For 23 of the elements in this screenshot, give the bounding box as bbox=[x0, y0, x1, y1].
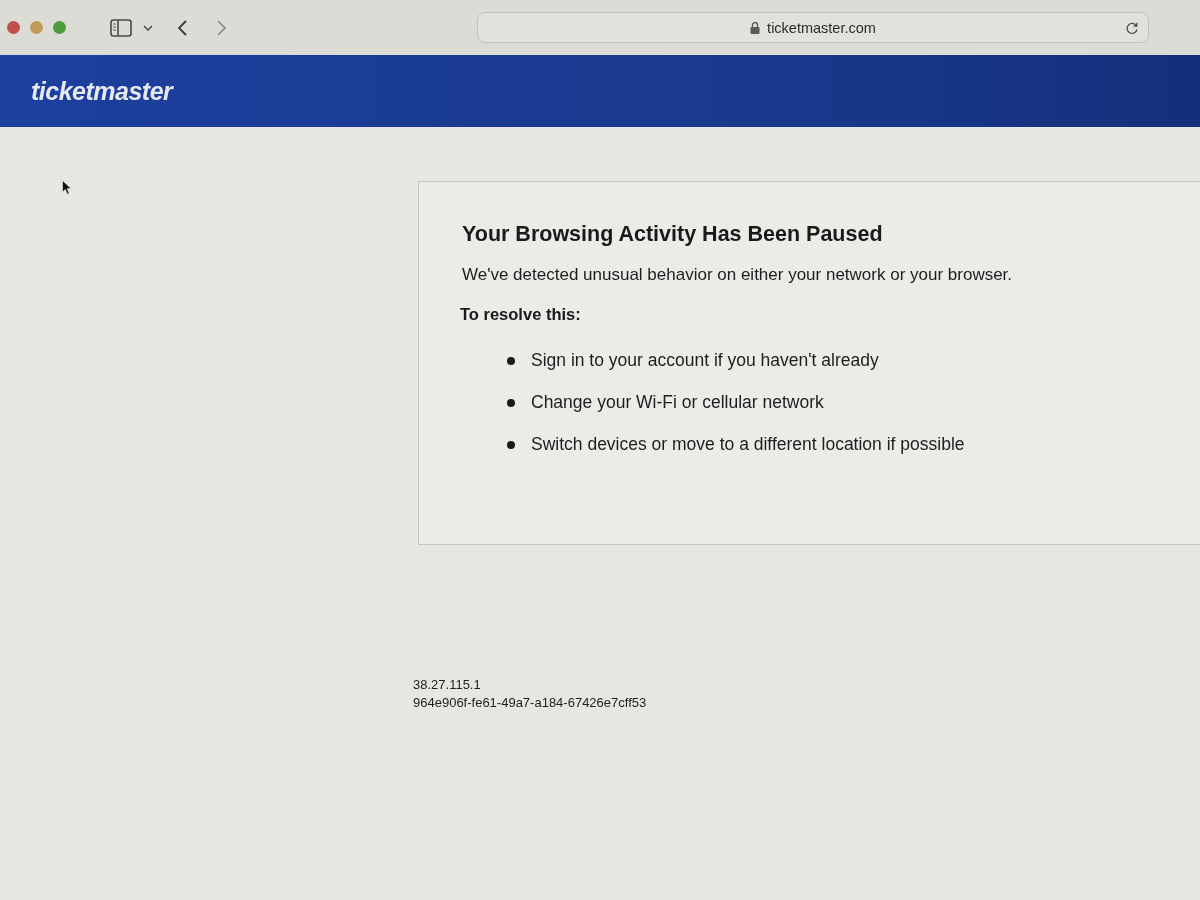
resolve-heading: To resolve this: bbox=[460, 305, 582, 324]
address-text: ticketmaster.com bbox=[767, 19, 876, 36]
lock-icon bbox=[750, 21, 761, 34]
mouse-pointer-icon bbox=[62, 180, 72, 195]
step-text: Change your Wi-Fi or cellular network bbox=[531, 392, 824, 413]
forward-icon[interactable] bbox=[217, 19, 226, 36]
step-text: Sign in to your account if you haven't already bbox=[531, 350, 879, 371]
back-icon[interactable] bbox=[178, 19, 187, 36]
bullet-icon bbox=[507, 356, 515, 365]
brand-logo[interactable]: ticketmaster bbox=[31, 76, 173, 106]
sidebar-icon[interactable] bbox=[110, 18, 132, 37]
chevron-down-icon[interactable] bbox=[143, 24, 153, 31]
step-text: Switch devices or move to a different location if possible bbox=[531, 434, 965, 455]
bullet-icon bbox=[507, 398, 515, 407]
zoom-window-button[interactable] bbox=[53, 21, 66, 34]
notice-title: Your Browsing Activity Has Been Paused bbox=[462, 222, 884, 247]
address-bar[interactable]: ticketmaster.com bbox=[477, 12, 1149, 43]
reload-icon[interactable] bbox=[1125, 21, 1139, 35]
notice-message: We've detected unusual behavior on either your network or your browser. bbox=[462, 265, 1014, 285]
close-window-button[interactable] bbox=[7, 21, 20, 34]
ip-address: 38.27.115.1 bbox=[413, 677, 482, 692]
reference-id: 964e906f-fe61-49a7-a184-67426e7cff53 bbox=[413, 695, 648, 710]
bullet-icon bbox=[507, 440, 515, 449]
